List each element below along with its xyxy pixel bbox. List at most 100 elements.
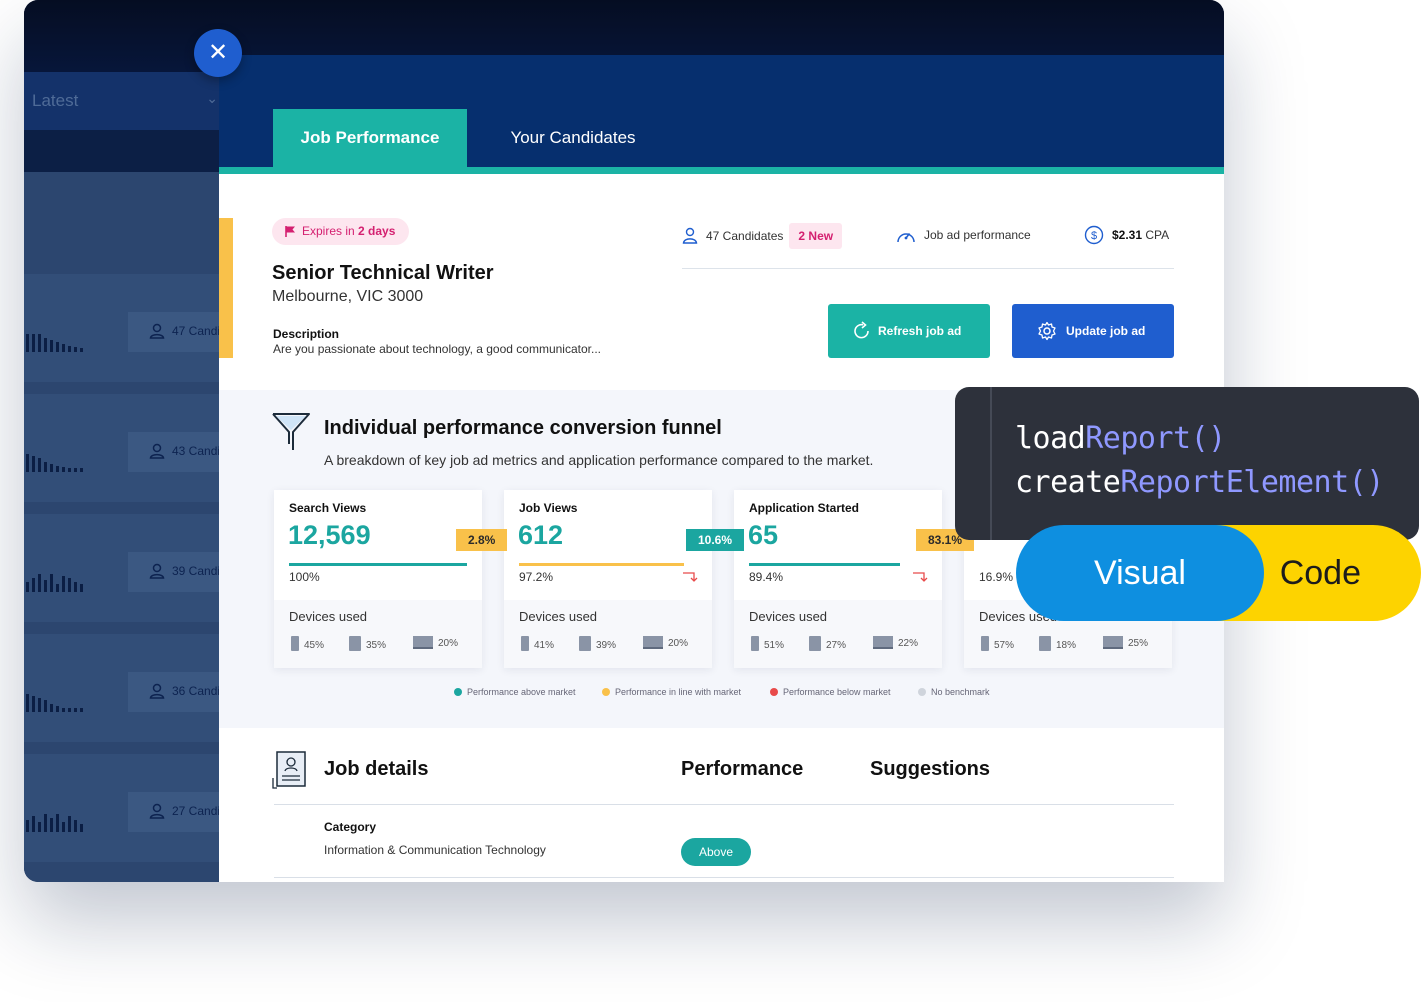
mobile-device: 41% (521, 636, 554, 654)
desktop-icon (413, 636, 433, 649)
job-title: Senior Technical Writer (272, 262, 494, 284)
tab-your-candidates[interactable]: Your Candidates (491, 109, 655, 167)
expiry-days: 2 days (358, 224, 396, 238)
tablet-icon (809, 636, 821, 651)
status-accent-bar (219, 218, 233, 358)
desktop-device: 25% (1103, 636, 1148, 654)
chevron-down-icon: ⌄ (206, 90, 218, 106)
conversion-rate-badge: 10.6% (686, 529, 745, 551)
devices-label: Devices used (519, 609, 598, 624)
tablet-share: 35% (366, 640, 387, 651)
funnel-card-application-started[interactable]: Application Started 65 89.4% Devices use… (734, 490, 942, 668)
devices-breakdown: 57% 18% 25% (981, 636, 1161, 654)
code-line: createReportElement() (1015, 465, 1384, 500)
conversion-rate-badge: 2.8% (456, 529, 508, 551)
update-job-ad-button[interactable]: Update job ad (1012, 304, 1174, 358)
funnel-card-search-views[interactable]: Search Views 12,569 100% Devices used 45… (274, 490, 482, 668)
tablet-device: 27% (809, 636, 846, 654)
legend-above-market: Performance above market (454, 687, 576, 697)
candidate-count-text: 39 Candidates (172, 564, 220, 578)
visual-view-button[interactable]: Visual (1016, 525, 1264, 621)
desktop-device: 20% (413, 636, 458, 654)
funnel-card-title: Application Started (749, 501, 860, 515)
code-snippet-panel: loadReport() createReportElement() (955, 387, 1419, 540)
performance-stat[interactable]: Job ad performance (896, 223, 1031, 247)
tablet-icon (1039, 636, 1051, 651)
funnel-card-percent: 97.2% (519, 570, 554, 584)
candidate-count: 27 Candidates (128, 792, 220, 832)
mobile-icon (291, 636, 299, 651)
new-candidates-badge: 2 New (789, 223, 843, 249)
person-icon (149, 443, 165, 459)
cpa-value: $2.31 (1112, 228, 1143, 242)
desktop-share: 20% (668, 638, 689, 649)
code-token-highlight: Report() (1085, 421, 1226, 456)
mobile-icon (751, 636, 759, 651)
description-label: Description (273, 327, 340, 341)
desktop-share: 20% (438, 638, 459, 649)
refresh-job-ad-button[interactable]: Refresh job ad (828, 304, 990, 358)
job-list-item[interactable]: 27 Candidates (24, 754, 220, 862)
mobile-share: 41% (534, 640, 555, 651)
person-icon (149, 323, 165, 339)
funnel-card-percent: 16.9% (979, 570, 1014, 584)
funnel-card-title: Job Views (519, 501, 578, 515)
legend-in-line-market: Performance in line with market (602, 687, 741, 697)
candidate-count-text: 36 Candidates (172, 684, 220, 698)
job-list-item[interactable]: 43 Candidates (24, 394, 220, 502)
code-token-highlight: ReportElement() (1120, 465, 1384, 500)
cpa-label: CPA (1142, 228, 1170, 242)
candidate-count-text: 43 Candidates (172, 444, 220, 458)
desktop-share: 22% (898, 638, 919, 649)
sparkline-icon (26, 810, 83, 832)
funnel-card-value: 612 (518, 520, 564, 550)
devices-panel: Devices used 41% 39% 20% (504, 600, 712, 668)
mobile-icon (981, 636, 989, 651)
funnel-icon (272, 413, 310, 450)
job-details-title: Job details (324, 758, 429, 780)
tablet-share: 27% (826, 640, 847, 651)
tab-job-performance[interactable]: Job Performance (273, 109, 467, 167)
refresh-icon (854, 321, 869, 339)
tablet-device: 35% (349, 636, 386, 654)
candidate-count: 36 Candidates (128, 672, 220, 712)
refresh-job-ad-label: Refresh job ad (878, 324, 962, 338)
candidate-count: 39 Candidates (128, 552, 220, 592)
devices-breakdown: 45% 35% 20% (291, 636, 471, 654)
desktop-device: 20% (643, 636, 688, 654)
candidates-stat[interactable]: 47 Candidates 2 New (682, 223, 843, 249)
flag-icon (285, 226, 295, 237)
funnel-card-job-views[interactable]: Job Views 612 97.2% Devices used 41% 39%… (504, 490, 712, 668)
candidate-count: 43 Candidates (128, 432, 220, 472)
code-line: loadReport() (1015, 421, 1226, 456)
job-list-item[interactable]: 39 Candidates (24, 514, 220, 622)
devices-label: Devices used (749, 609, 828, 624)
mobile-share: 45% (304, 640, 325, 651)
category-value: Information & Communication Technology (324, 843, 546, 857)
job-list-item[interactable]: 36 Candidates (24, 634, 220, 742)
desktop-icon (1103, 636, 1123, 649)
close-icon: ✕ (207, 39, 229, 66)
funnel-card-percent: 89.4% (749, 570, 784, 584)
desktop-icon (873, 636, 893, 649)
funnel-title: Individual performance conversion funnel (324, 417, 722, 439)
job-stats: 47 Candidates 2 New Job ad performance $ … (682, 217, 1174, 269)
desktop-share: 25% (1128, 638, 1149, 649)
code-token: create (1015, 465, 1121, 500)
funnel-card-bar (519, 563, 684, 566)
mobile-share: 57% (994, 640, 1015, 651)
tablet-icon (349, 636, 361, 651)
sparkline-icon (26, 570, 83, 592)
close-button[interactable]: ✕ (194, 29, 242, 77)
funnel-card-title: Search Views (289, 501, 367, 515)
gear-icon (1038, 321, 1056, 341)
devices-breakdown: 51% 27% 22% (751, 636, 931, 654)
job-list-item[interactable]: 47 Candidates (24, 274, 220, 382)
job-list: 47 Candidates 43 Candidates 39 Candidate… (24, 172, 220, 882)
candidate-count-text: 27 Candidates (172, 804, 220, 818)
mobile-device: 45% (291, 636, 324, 654)
person-icon (149, 803, 165, 819)
desktop-icon (643, 636, 663, 649)
sort-select[interactable]: Latest ⌄ (24, 72, 220, 130)
divider (274, 804, 1174, 805)
